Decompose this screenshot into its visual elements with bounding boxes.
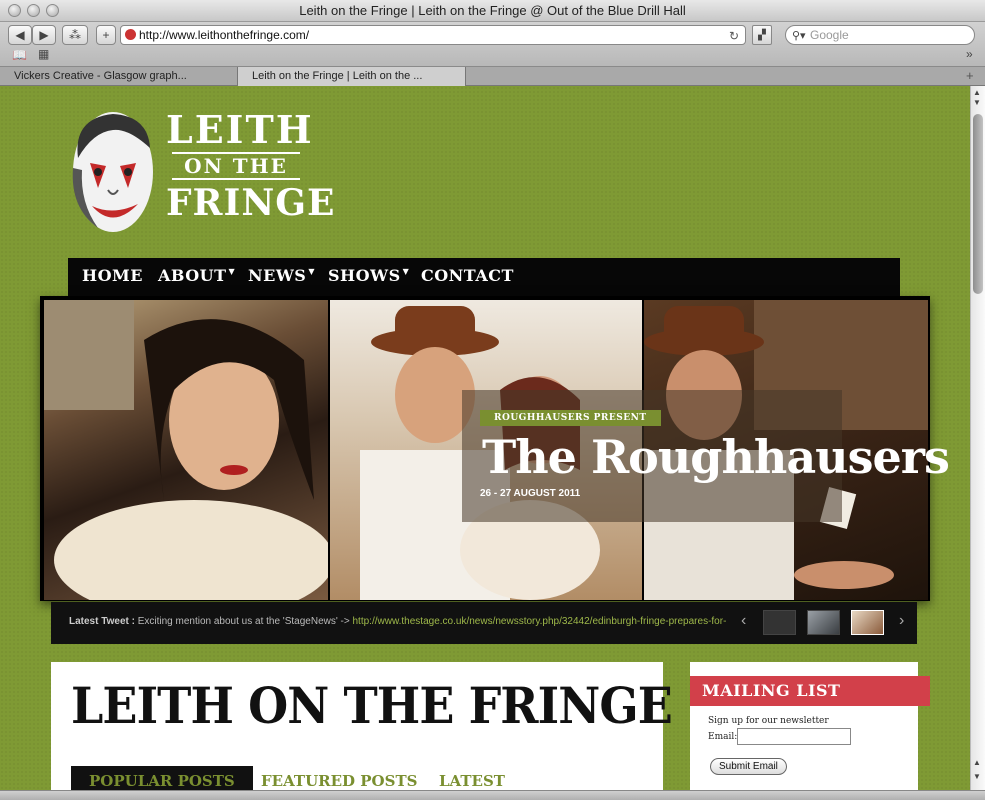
search-icon: ⚲▾	[792, 30, 806, 42]
slide-thumbnail-2[interactable]	[807, 610, 840, 635]
rss-icon[interactable]: ▞	[752, 25, 772, 45]
grid-view-icon[interactable]: ▦	[38, 47, 49, 61]
site-favicon-icon	[125, 29, 136, 40]
mailing-list-heading: MAILING LIST	[690, 676, 930, 706]
scroll-up-bottom-icon[interactable]: ▲	[973, 758, 981, 767]
logo-line-1: LEITH	[166, 107, 314, 152]
logo-wordmark: LEITH ON THE FRINGE	[166, 107, 336, 226]
url-text: http://www.leithonthefringe.com/	[139, 28, 310, 42]
main-nav: HOME ABOUT ▼ NEWS ▼ SHOWS ▼ CONTACT	[68, 258, 900, 298]
latest-tweet: Latest Tweet : Exciting mention about us…	[69, 616, 737, 627]
status-bar	[0, 790, 985, 800]
nav-home[interactable]: HOME	[82, 266, 143, 285]
topsites-icon: ⁂	[69, 28, 81, 42]
slide-date: 26 - 27 AUGUST 2011	[480, 488, 581, 499]
tab-bar: Vickers Creative - Glasgow graph... Leit…	[0, 66, 985, 86]
woman-photo	[44, 300, 328, 600]
scroll-thumb[interactable]	[973, 114, 983, 294]
nav-about-label: ABOUT	[158, 266, 227, 285]
forward-arrow-icon: ▶	[39, 28, 49, 42]
tab-latest[interactable]: LATEST	[421, 766, 523, 790]
nav-contact[interactable]: CONTACT	[421, 266, 514, 285]
next-slide-chevron-icon[interactable]: ›	[899, 612, 904, 630]
page-title: LEITH ON THE FRINGE	[71, 676, 673, 735]
main-content: LEITH ON THE FRINGE POPULAR POSTS FEATUR…	[51, 662, 673, 790]
submit-email-button[interactable]: Submit Email	[710, 758, 787, 775]
page-viewport: LEITH ON THE FRINGE HOME ABOUT ▼ NEWS ▼ SH…	[0, 86, 970, 790]
nav-contact-label: CONTACT	[421, 266, 514, 285]
tab-vickers[interactable]: Vickers Creative - Glasgow graph...	[0, 67, 238, 86]
forward-button[interactable]: ▶	[32, 25, 56, 45]
window-title: Leith on the Fringe | Leith on the Fring…	[299, 3, 686, 18]
tweet-link[interactable]: http://www.thestage.co.uk/news/newsstory…	[353, 616, 727, 627]
window-titlebar: Leith on the Fringe | Leith on the Fring…	[0, 0, 985, 22]
tab-leith[interactable]: Leith on the Fringe | Leith on the ...	[238, 67, 466, 86]
tweet-label: Latest Tweet :	[69, 616, 135, 627]
dropdown-caret-icon: ▼	[228, 266, 236, 276]
nav-news[interactable]: NEWS ▼	[248, 266, 315, 285]
tab-featured-posts[interactable]: FEATURED POSTS	[243, 766, 435, 790]
back-button[interactable]: ◀	[8, 25, 32, 45]
logo-line-2: ON THE	[172, 152, 300, 180]
tweet-text: Exciting mention about us at the 'StageN…	[134, 616, 353, 627]
featured-slider[interactable]: ROUGHHAUSERS PRESENT The Roughhausers 26…	[40, 296, 950, 601]
dropdown-caret-icon: ▼	[308, 266, 315, 276]
overflow-chevron-icon[interactable]: »	[966, 47, 973, 61]
back-arrow-icon: ◀	[15, 28, 25, 42]
site-logo[interactable]: LEITH ON THE FRINGE	[68, 107, 336, 243]
nav-news-label: NEWS	[248, 266, 307, 285]
nav-about[interactable]: ABOUT ▼	[158, 266, 235, 285]
nav-shows[interactable]: SHOWS ▼	[328, 266, 409, 285]
tab-label: Vickers Creative - Glasgow graph...	[14, 70, 187, 82]
email-field[interactable]	[737, 728, 851, 745]
new-tab-plus-icon[interactable]: +	[966, 68, 974, 83]
latest-tweet-bar: Latest Tweet : Exciting mention about us…	[51, 602, 917, 644]
slide-title[interactable]: The Roughhausers	[482, 430, 950, 484]
email-label: Email:	[708, 732, 738, 742]
search-placeholder: Google	[810, 28, 849, 42]
slide-thumbnail-3[interactable]	[851, 610, 884, 635]
nav-home-label: HOME	[82, 266, 143, 285]
browser-toolbar: ◀ ▶ ⁂ + http://www.leithonthefringe.com/…	[0, 22, 985, 66]
topsites-button[interactable]: ⁂	[62, 25, 88, 45]
scroll-down-icon[interactable]: ▼	[973, 772, 981, 781]
prev-slide-chevron-icon[interactable]: ‹	[741, 612, 746, 630]
plus-icon: +	[102, 28, 110, 42]
feed-icon: ▞	[758, 29, 766, 41]
add-bookmark-button[interactable]: +	[96, 25, 116, 45]
dropdown-caret-icon: ▼	[402, 266, 410, 276]
url-field[interactable]: http://www.leithonthefringe.com/ ↻	[120, 25, 746, 45]
nav-shows-label: SHOWS	[328, 266, 401, 285]
slide-kicker: ROUGHHAUSERS PRESENT	[480, 410, 661, 426]
slide-caption[interactable]: ROUGHHAUSERS PRESENT The Roughhausers 26…	[462, 390, 950, 522]
tab-label: Leith on the Fringe | Leith on the ...	[252, 70, 423, 82]
clown-face-icon	[72, 112, 153, 232]
scroll-down-top-icon[interactable]: ▼	[973, 98, 981, 107]
bookmarks-icon[interactable]: 📖	[12, 48, 27, 62]
slide-thumbnail-1[interactable]	[763, 610, 796, 635]
mailing-list-widget: MAILING LIST Sign up for our newsletter …	[690, 662, 930, 790]
vertical-scrollbar[interactable]: ▲ ▼ ▲ ▼	[970, 86, 985, 790]
tab-popular-posts[interactable]: POPULAR POSTS	[71, 766, 253, 790]
slide-photo-woman	[44, 300, 328, 600]
search-field[interactable]: ⚲▾ Google	[785, 25, 975, 45]
mailing-list-subtitle: Sign up for our newsletter	[708, 716, 829, 726]
scroll-up-icon[interactable]: ▲	[973, 88, 981, 97]
logo-line-3: FRINGE	[166, 182, 336, 224]
reload-icon[interactable]: ↻	[729, 27, 739, 45]
